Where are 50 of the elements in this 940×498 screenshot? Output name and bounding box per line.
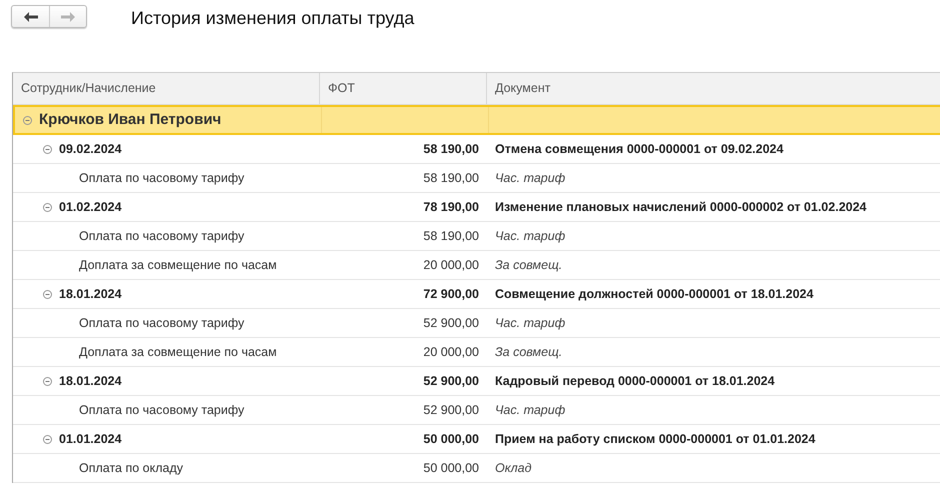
date-cell-text: 01.02.2024 — [59, 198, 122, 216]
collapse-icon[interactable] — [43, 202, 52, 212]
amount-cell-text: 52 900,00 — [422, 372, 480, 390]
employee-name: Крючков Иван Петрович — [39, 110, 222, 130]
amount-cell-text: 52 900,00 — [422, 314, 480, 332]
page-title: История изменения оплаты труда — [131, 7, 414, 30]
amount-cell-text: 20 000,00 — [422, 256, 480, 274]
amount-cell-text: 50 000,00 — [422, 430, 480, 448]
collapse-icon[interactable] — [43, 144, 52, 154]
collapse-icon[interactable] — [43, 290, 52, 298]
back-arrow-icon — [24, 12, 38, 22]
amount-cell-text: 78 190,00 — [422, 198, 480, 216]
date-cell-text: 18.01.2024 — [59, 372, 122, 390]
amount-cell-text: 20 000,00 — [422, 344, 480, 361]
date-cell-text: 09.02.2024 — [59, 140, 122, 158]
forward-arrow-icon — [61, 12, 75, 22]
table-cell-text: Час. тариф — [494, 170, 566, 187]
date-cell-text: 01.01.2024 — [59, 430, 122, 448]
amount-cell-text: 72 900,00 — [422, 286, 480, 303]
employee-row[interactable]: Крючков Иван Петрович — [13, 105, 940, 135]
table-cell-text: Оплата по окладу — [79, 460, 184, 477]
amount-cell-text: 52 900,00 — [422, 402, 480, 419]
column-header[interactable]: Документ — [487, 73, 940, 104]
amount-cell-text: 50 000,00 — [422, 460, 480, 477]
date-cell-text: 18.01.2024 — [59, 286, 122, 303]
collapse-icon[interactable] — [43, 434, 52, 444]
table-cell-text: За совмещ. — [494, 344, 564, 361]
table-cell-text: Доплата за совмещение по часам — [79, 256, 277, 274]
table-cell-text: Час. тариф — [494, 402, 566, 419]
document-link[interactable]: Совмещение должностей 0000-000001 от 18.01.2024 — [487, 280, 940, 308]
document-link[interactable]: Отмена совмещения 0000-000001 от 09.02.2024 — [487, 135, 940, 163]
collapse-icon[interactable] — [23, 116, 32, 124]
amount-cell-text: 58 190,00 — [422, 170, 480, 187]
table-cell-text: За совмещ. — [494, 256, 564, 274]
amount-cell-text: 58 190,00 — [422, 140, 480, 158]
table-cell-text: Час. тариф — [494, 228, 566, 245]
collapse-icon[interactable] — [43, 376, 52, 386]
table-cell-text: Оклад — [494, 460, 533, 477]
table-cell-text: Оплата по часовому тарифу — [79, 228, 244, 245]
document-link[interactable]: Кадровый перевод 0000-000001 от 18.01.2024 — [487, 367, 940, 395]
table-cell-text: Оплата по часовому тарифу — [79, 402, 244, 419]
table-cell-text: Доплата за совмещение по часам — [79, 344, 277, 361]
column-header[interactable]: Сотрудник/Начисление — [13, 73, 320, 104]
table-cell-text: Оплата по часовому тарифу — [79, 314, 244, 332]
amount-cell-text: 58 190,00 — [422, 228, 480, 245]
document-link[interactable]: Изменение плановых начислений 0000-000002 от 01.02.2024 — [487, 193, 940, 221]
table-cell-text: Оплата по часовому тарифу — [79, 170, 244, 187]
table-cell-text: Час. тариф — [494, 314, 566, 332]
document-link[interactable]: Прием на работу списком 0000-000001 от 01.01.2024 — [487, 425, 940, 453]
column-header[interactable]: ФОТ — [320, 73, 487, 104]
